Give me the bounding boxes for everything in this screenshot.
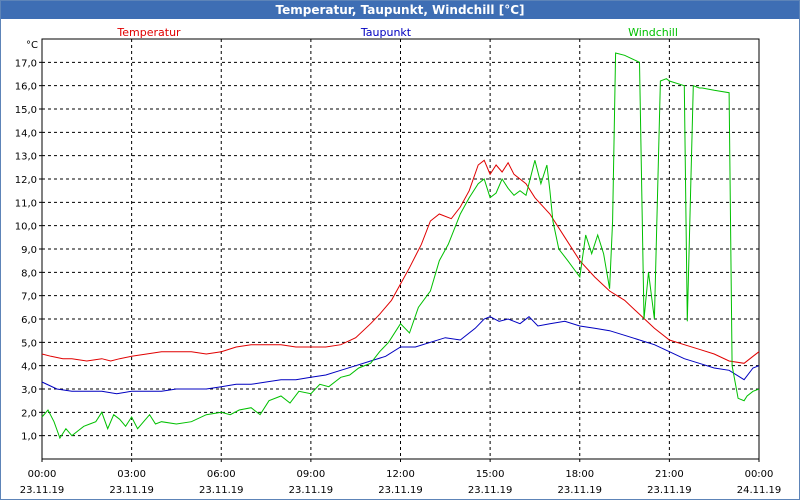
y-tick-label: 8,0 xyxy=(21,268,37,279)
x-tick-date: 23.11.19 xyxy=(109,485,154,496)
x-tick-time: 21:00 xyxy=(655,469,684,480)
y-tick-label: 10,0 xyxy=(15,222,37,233)
x-tick-date: 23.11.19 xyxy=(20,485,65,496)
x-tick-time: 18:00 xyxy=(565,469,594,480)
y-tick-label: 9,0 xyxy=(21,245,37,256)
x-tick-date: 23.11.19 xyxy=(647,485,692,496)
legend-taupunkt: Taupunkt xyxy=(360,26,412,39)
legend: Temperatur Taupunkt Windchill xyxy=(116,26,678,39)
y-tick-label: 1,0 xyxy=(21,432,37,443)
y-tick-label: 2,0 xyxy=(21,408,37,419)
y-tick-label: 11,0 xyxy=(15,198,37,209)
y-tick-label: 13,0 xyxy=(15,152,37,163)
x-tick-date: 24.11.19 xyxy=(737,485,782,496)
chart-window: Temperatur, Taupunkt, Windchill [°C] 1,0… xyxy=(0,0,800,500)
chart-svg: 1,0 2,0 3,0 4,0 5,0 6,0 7,0 8,0 9,0 10,0 11,0 12,0 1… xyxy=(15,26,782,496)
x-tick-time: 00:00 xyxy=(28,469,57,480)
y-tick-label: 16,0 xyxy=(15,82,37,93)
x-tick-time: 00:00 xyxy=(745,469,774,480)
y-axis-unit: °C xyxy=(26,40,38,51)
x-tick-time: 12:00 xyxy=(386,469,415,480)
y-tick-label: 12,0 xyxy=(15,175,37,186)
y-tick-label: 7,0 xyxy=(21,292,37,303)
x-tick-date: 23.11.19 xyxy=(378,485,423,496)
legend-windchill: Windchill xyxy=(628,26,678,39)
x-tick-time: 06:00 xyxy=(207,469,236,480)
x-tick-date: 23.11.19 xyxy=(199,485,244,496)
y-tick-label: 3,0 xyxy=(21,385,37,396)
y-tick-label: 17,0 xyxy=(15,58,37,69)
x-tick-time: 15:00 xyxy=(476,469,505,480)
y-tick-label: 4,0 xyxy=(21,362,37,373)
grid xyxy=(41,38,760,460)
axes: 1,0 2,0 3,0 4,0 5,0 6,0 7,0 8,0 9,0 10,0 11,0 12,0 1… xyxy=(15,40,782,496)
x-tick-date: 23.11.19 xyxy=(468,485,513,496)
x-tick-time: 09:00 xyxy=(296,469,325,480)
x-tick-date: 23.11.19 xyxy=(289,485,334,496)
y-tick-label: 14,0 xyxy=(15,128,37,139)
y-tick-label: 6,0 xyxy=(21,315,37,326)
x-tick-time: 03:00 xyxy=(117,469,146,480)
x-tick-date: 23.11.19 xyxy=(557,485,602,496)
y-tick-label: 15,0 xyxy=(15,105,37,116)
legend-temperatur: Temperatur xyxy=(116,26,181,39)
y-tick-label: 5,0 xyxy=(21,338,37,349)
